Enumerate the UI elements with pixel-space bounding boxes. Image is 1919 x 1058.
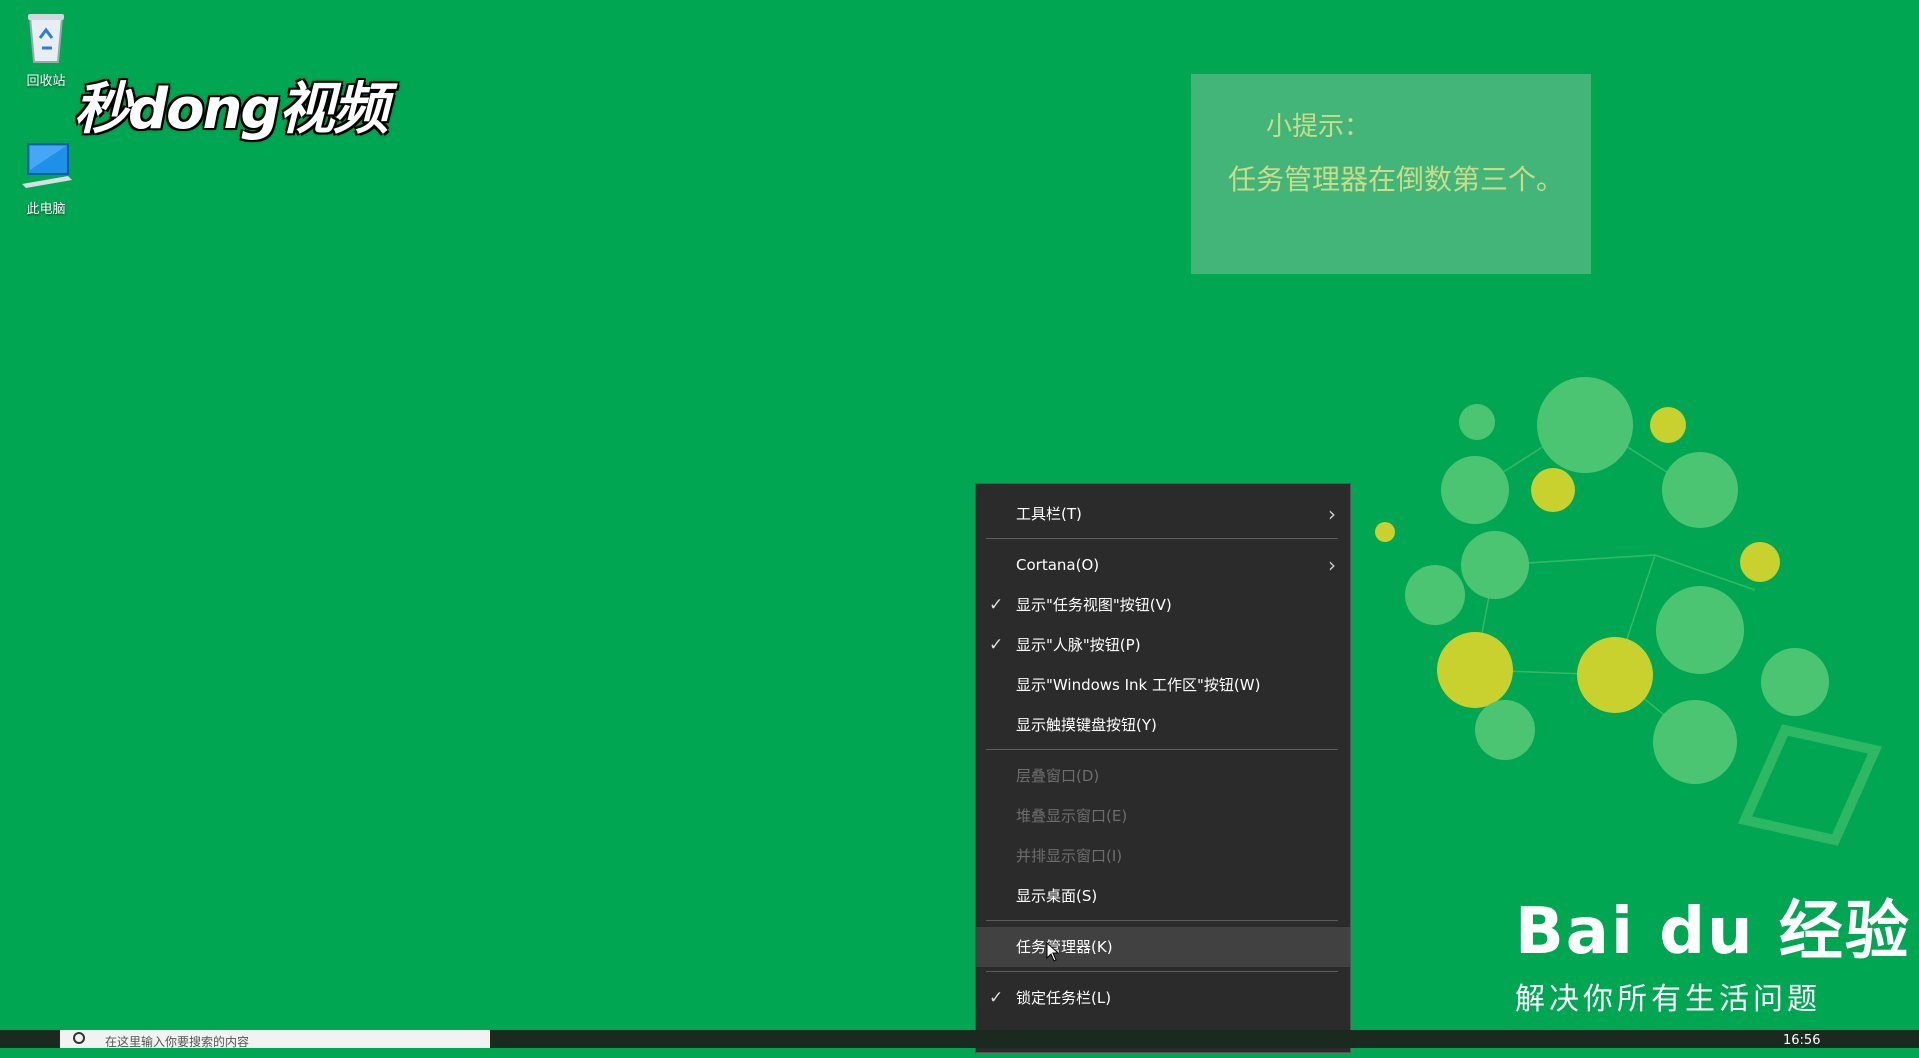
chevron-right-icon: › (1328, 553, 1336, 577)
baidu-logo-text: Bai du 经验 (1515, 895, 1911, 969)
tip-box: 小提示： 任务管理器在倒数第三个。 (1191, 74, 1591, 274)
menu-item-show-windows-ink[interactable]: 显示"Windows Ink 工作区"按钮(W) (976, 665, 1350, 705)
search-icon (73, 1032, 85, 1044)
tip-body: 任务管理器在倒数第三个。 (1228, 163, 1565, 196)
taskbar-search-box[interactable]: 在这里输入你要搜索的内容 (60, 1030, 490, 1049)
menu-item-toolbars[interactable]: 工具栏(T) › (976, 494, 1350, 534)
menu-item-label: 工具栏(T) (1016, 505, 1082, 523)
menu-item-cascade-windows: 层叠窗口(D) (976, 756, 1350, 796)
menu-item-label: Cortana(O) (1016, 556, 1100, 574)
this-pc-label: 此电脑 (26, 202, 66, 217)
checkmark-icon: ✓ (989, 595, 1004, 615)
menu-separator (986, 749, 1338, 750)
mouse-cursor-icon (1046, 942, 1060, 962)
menu-item-lock-taskbar[interactable]: ✓ 锁定任务栏(L) (976, 978, 1350, 1018)
search-placeholder: 在这里输入你要搜索的内容 (105, 1035, 250, 1049)
menu-item-side-by-side: 并排显示窗口(I) (976, 836, 1350, 876)
menu-item-show-people[interactable]: ✓ 显示"人脉"按钮(P) (976, 625, 1350, 665)
menu-separator (986, 538, 1338, 539)
menu-item-show-touch-keyboard[interactable]: 显示触摸键盘按钮(Y) (976, 705, 1350, 745)
taskbar-clock[interactable]: 16:56 (1783, 1033, 1820, 1048)
menu-item-task-manager[interactable]: 任务管理器(K) (976, 927, 1350, 967)
computer-icon (22, 143, 72, 188)
menu-item-show-task-view[interactable]: ✓ 显示"任务视图"按钮(V) (976, 585, 1350, 625)
tip-title: 小提示： (1266, 112, 1371, 142)
menu-separator (986, 920, 1338, 921)
menu-item-label: 显示触摸键盘按钮(Y) (1016, 716, 1157, 734)
menu-item-label: 并排显示窗口(I) (1016, 847, 1123, 865)
menu-separator (986, 971, 1338, 972)
baidu-slogan: 解决你所有生活问题 (1515, 982, 1821, 1017)
taskbar-context-menu: 工具栏(T) › Cortana(O) › ✓ 显示"任务视图"按钮(V) ✓ … (975, 483, 1351, 1053)
menu-item-label: 锁定任务栏(L) (1016, 989, 1112, 1007)
baidu-jingyan-logo: Bai du 经验 解决你所有生活问题 (1515, 880, 1911, 1018)
this-pc-shortcut[interactable]: 此电脑 (6, 140, 86, 217)
checkmark-icon: ✓ (989, 988, 1004, 1008)
menu-item-label: 任务管理器(K) (1016, 938, 1113, 956)
menu-item-label: 显示"人脉"按钮(P) (1016, 636, 1141, 654)
recycle-bin-icon (28, 14, 64, 63)
menu-item-label: 层叠窗口(D) (1016, 767, 1100, 785)
menu-item-label: 显示桌面(S) (1016, 887, 1098, 905)
menu-item-show-desktop[interactable]: 显示桌面(S) (976, 876, 1350, 916)
checkmark-icon: ✓ (989, 635, 1004, 655)
menu-item-stack-windows: 堆叠显示窗口(E) (976, 796, 1350, 836)
video-watermark-logo: 秒dong视频 (74, 77, 389, 142)
menu-item-label: 堆叠显示窗口(E) (1016, 807, 1128, 825)
chevron-right-icon: › (1328, 502, 1336, 526)
menu-item-label: 显示"Windows Ink 工作区"按钮(W) (1016, 676, 1261, 694)
menu-item-label: 显示"任务视图"按钮(V) (1016, 596, 1172, 614)
lightbulb-illustration (1375, 377, 1883, 846)
menu-item-cortana[interactable]: Cortana(O) › (976, 545, 1350, 585)
